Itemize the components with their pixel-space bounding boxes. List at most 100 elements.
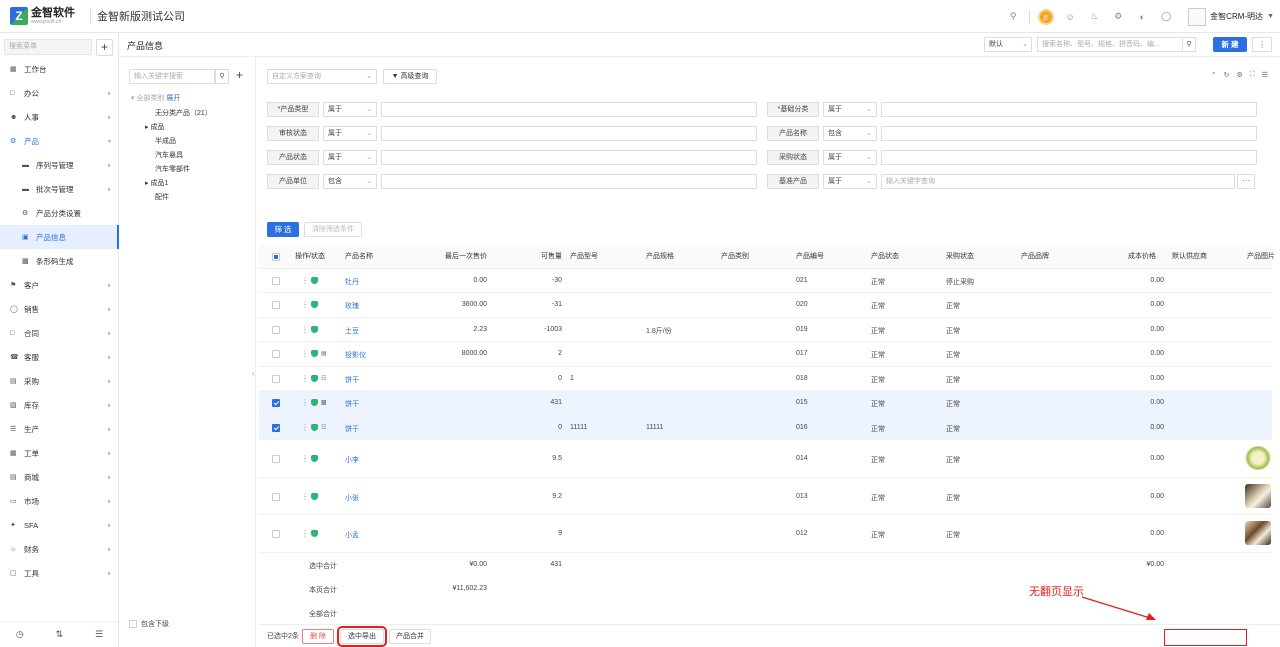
- table-row[interactable]: ⋮ 玫瑰 3600.00 -31 020 正常 正常 0.00: [259, 293, 1272, 318]
- sidebar-item-office[interactable]: □ 办公 ▸: [0, 81, 119, 105]
- avatar[interactable]: [1188, 7, 1207, 26]
- sidebar-item-product[interactable]: ⚙ 产品 ▾: [0, 129, 119, 153]
- help-icon[interactable]: ◯: [1158, 9, 1174, 25]
- tree-node[interactable]: ▸ 成品1: [145, 178, 168, 188]
- sidebar-item-product-info[interactable]: ▣ 产品信息: [0, 225, 119, 249]
- logo[interactable]: Z 金智软件 www.jzsoft.cn: [10, 7, 84, 25]
- collapse-menu-icon[interactable]: ☰: [95, 629, 103, 640]
- row-checkbox[interactable]: [272, 326, 280, 334]
- filter-value-input[interactable]: [881, 102, 1257, 117]
- sidebar-item-workbench[interactable]: ▦ 工作台: [0, 57, 119, 81]
- column-header[interactable]: 产品名称: [345, 245, 373, 269]
- sidebar-item-production[interactable]: ☰ 生产 ▸: [0, 417, 119, 441]
- column-header[interactable]: 产品图片: [1247, 245, 1275, 269]
- sidebar-item-service[interactable]: ☎ 客服 ▸: [0, 345, 119, 369]
- custom-query-select[interactable]: 自定义方案查询 ⌄: [267, 69, 377, 84]
- column-header[interactable]: 产品品牌: [1021, 245, 1049, 269]
- sidebar-item-category-settings[interactable]: ⚙ 产品分类设置: [0, 201, 119, 225]
- table-row[interactable]: ⋮ ▤ 投影仪 8000.00 2 017 正常 正常 0.00: [259, 342, 1272, 367]
- column-header[interactable]: 产品型号: [570, 245, 598, 269]
- column-header[interactable]: 默认供应商: [1172, 245, 1207, 269]
- sidebar-item-hr[interactable]: ☻ 人事 ▸: [0, 105, 119, 129]
- settings-icon[interactable]: ⚙: [1237, 71, 1243, 79]
- tree-node[interactable]: 无分类产品（21）: [155, 108, 212, 118]
- sidebar-item-finance[interactable]: ☼ 财务 ▸: [0, 537, 119, 561]
- column-header[interactable]: 采购状态: [946, 245, 974, 269]
- filter-value-input[interactable]: [381, 150, 757, 165]
- sidebar-item-sales[interactable]: ◯ 销售 ▸: [0, 297, 119, 321]
- tree-root[interactable]: ▾ 全部类别 展开: [131, 93, 180, 103]
- row-checkbox[interactable]: [272, 493, 280, 501]
- sidebar-item-purchase[interactable]: ▤ 采购 ▸: [0, 369, 119, 393]
- sidebar-item-contract[interactable]: □ 合同 ▸: [0, 321, 119, 345]
- row-checkbox[interactable]: [272, 301, 280, 309]
- row-checkbox[interactable]: [272, 424, 280, 432]
- select-all-checkbox[interactable]: [272, 253, 280, 261]
- checkbox[interactable]: [129, 620, 137, 628]
- filter-value-input[interactable]: [381, 126, 757, 141]
- tree-search-input[interactable]: 输入关键字搜索: [129, 69, 215, 84]
- row-checkbox[interactable]: [272, 277, 280, 285]
- chevron-down-icon[interactable]: ▼: [1267, 13, 1274, 20]
- collapse-panel-icon[interactable]: ‹: [252, 371, 258, 385]
- filter-operator-select[interactable]: 属于 ⌄: [823, 102, 877, 117]
- column-header[interactable]: 产品状态: [871, 245, 899, 269]
- filter-operator-select[interactable]: 属于 ⌄: [823, 174, 877, 189]
- filter-operator-select[interactable]: 属于 ⌄: [323, 126, 377, 141]
- row-checkbox[interactable]: [272, 350, 280, 358]
- table-row[interactable]: ⋮ ☷ 饼干 0 1 018 正常 正常 0.00: [259, 367, 1272, 391]
- tree-node[interactable]: ▸ 成品: [145, 122, 164, 132]
- sidebar-item-sfa[interactable]: ✦ SFA ▸: [0, 513, 119, 537]
- product-image[interactable]: [1245, 446, 1271, 470]
- tree-node[interactable]: 汽车悬具: [155, 150, 183, 160]
- row-menu-icon[interactable]: ⋮: [301, 276, 309, 285]
- bell-icon[interactable]: ♨: [1086, 9, 1102, 25]
- product-name-link[interactable]: 牡丹: [345, 277, 359, 287]
- clear-filter-button[interactable]: 清除筛选条件: [304, 222, 362, 237]
- filter-operator-select[interactable]: 包含 ⌄: [323, 174, 377, 189]
- row-checkbox[interactable]: [272, 455, 280, 463]
- row-menu-icon[interactable]: ⋮: [301, 349, 309, 358]
- product-name-link[interactable]: 饼干: [345, 375, 359, 385]
- column-header[interactable]: 成本价格: [1128, 245, 1156, 269]
- filter-operator-select[interactable]: 属于 ⌄: [823, 150, 877, 165]
- filter-value-input[interactable]: [381, 174, 757, 189]
- history-icon[interactable]: ◷: [16, 629, 24, 640]
- row-menu-icon[interactable]: ⋮: [301, 454, 309, 463]
- refresh-icon[interactable]: ↻: [1224, 71, 1230, 79]
- filter-icon[interactable]: ⇅: [56, 629, 64, 640]
- delete-button[interactable]: 删 除: [302, 629, 334, 644]
- list-settings-icon[interactable]: ☰: [1262, 71, 1268, 79]
- search-icon[interactable]: ⚲: [215, 69, 229, 84]
- sidebar-item-stock[interactable]: ▧ 库存 ▸: [0, 393, 119, 417]
- settings-icon[interactable]: ⚙: [1110, 9, 1126, 25]
- fullscreen-icon[interactable]: ⛶: [1250, 71, 1255, 79]
- product-name-link[interactable]: 小张: [345, 493, 359, 503]
- column-header[interactable]: 产品规格: [646, 245, 674, 269]
- row-menu-icon[interactable]: ⋮: [301, 492, 309, 501]
- row-menu-icon[interactable]: ⋮: [301, 398, 309, 407]
- product-name-link[interactable]: 饼干: [345, 399, 359, 409]
- search-icon[interactable]: ⚲: [1182, 37, 1196, 52]
- product-name-link[interactable]: 玫瑰: [345, 301, 359, 311]
- filter-button[interactable]: 筛 选: [267, 222, 299, 237]
- menu-search-input[interactable]: 搜索菜单: [4, 39, 92, 55]
- merge-products-button[interactable]: 产品合并: [389, 629, 431, 644]
- new-button[interactable]: 新 建: [1213, 37, 1247, 52]
- sidebar-item-batch[interactable]: ▬ 批次号管理 ▸: [0, 177, 119, 201]
- more-icon[interactable]: ⋯: [1237, 174, 1255, 189]
- row-checkbox[interactable]: [272, 530, 280, 538]
- column-header[interactable]: 产品编号: [796, 245, 824, 269]
- product-name-link[interactable]: 小孟: [345, 530, 359, 540]
- table-row[interactable]: ⋮ 土豆 2.23 -1003 1.8斤/份 019 正常 正常 0.00: [259, 318, 1272, 342]
- column-header[interactable]: 最后一次售价: [445, 245, 487, 269]
- filter-value-input[interactable]: [881, 150, 1257, 165]
- export-selected-button[interactable]: 选中导出: [337, 626, 387, 647]
- tree-node[interactable]: 汽车零部件: [155, 164, 190, 174]
- column-header[interactable]: 产品类别: [721, 245, 749, 269]
- product-name-link[interactable]: 投影仪: [345, 350, 366, 360]
- table-row[interactable]: ⋮ 小孟 9 012 正常 正常 0.00: [259, 515, 1272, 553]
- tree-node[interactable]: 配件: [155, 192, 169, 202]
- sound-icon[interactable]: ♬: [1038, 8, 1055, 25]
- row-menu-icon[interactable]: ⋮: [301, 374, 309, 383]
